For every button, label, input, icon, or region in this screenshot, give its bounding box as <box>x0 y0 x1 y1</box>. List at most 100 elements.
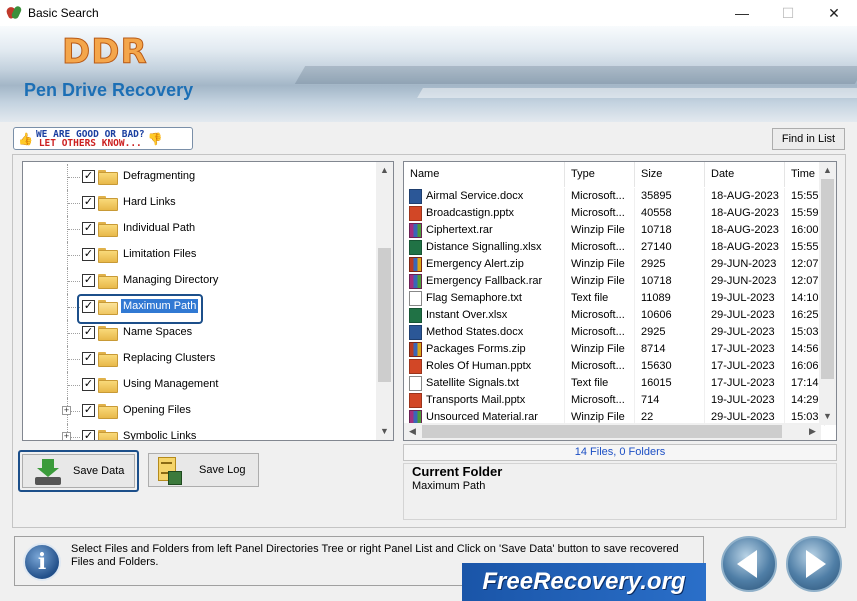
close-button[interactable]: ✕ <box>811 0 857 26</box>
title-bar: Basic Search — ☐ ✕ <box>0 0 857 26</box>
tree-checkbox[interactable]: ✓ <box>82 430 95 440</box>
tree-item[interactable]: ✓ Using Management <box>23 372 377 398</box>
minimize-button[interactable]: — <box>719 0 765 26</box>
cell-type: Microsoft... <box>565 324 635 341</box>
tree-item[interactable]: + ✓ Symbolic Links <box>23 424 377 440</box>
file-row[interactable]: Airmal Service.docx Microsoft... 35895 18-A… <box>404 188 825 205</box>
current-folder-value: Maximum Path <box>412 480 486 492</box>
docx-file-icon <box>409 189 422 204</box>
tree-item-label: Opening Files <box>123 404 191 416</box>
column-header-size[interactable]: Size <box>635 162 705 187</box>
scroll-up-icon[interactable]: ▲ <box>376 162 393 179</box>
xlsx-file-icon <box>409 308 422 323</box>
tree-item[interactable]: ✓ Name Spaces <box>23 320 377 346</box>
file-list[interactable]: Name Type Size Date Time Airmal Service.docx… <box>403 161 837 441</box>
folder-icon <box>98 196 118 211</box>
column-header-name[interactable]: Name <box>404 162 565 187</box>
column-header-type[interactable]: Type <box>565 162 635 187</box>
file-row[interactable]: Flag Semaphore.txt Text file 11089 19-JUL-2… <box>404 290 825 307</box>
scroll-thumb[interactable] <box>821 179 834 379</box>
cell-date: 18-AUG-2023 <box>705 205 785 222</box>
rate-us-button[interactable]: 👍 WE ARE GOOD OR BAD? LET OTHERS KNOW...… <box>13 127 193 150</box>
folder-icon <box>98 274 118 289</box>
cell-date: 29-JUN-2023 <box>705 256 785 273</box>
expand-icon[interactable]: + <box>62 406 71 415</box>
save-data-button[interactable]: Save Data <box>22 454 135 488</box>
txt-file-icon <box>409 291 422 306</box>
file-row[interactable]: Packages Forms.zip Winzip File 8714 17-JUL-… <box>404 341 825 358</box>
tree-checkbox[interactable]: ✓ <box>82 170 95 183</box>
cell-size: 714 <box>635 392 705 409</box>
tree-checkbox[interactable]: ✓ <box>82 404 95 417</box>
folder-icon <box>98 404 118 419</box>
cell-date: 18-AUG-2023 <box>705 239 785 256</box>
expand-icon[interactable]: + <box>62 432 71 440</box>
file-name: Distance Signalling.xlsx <box>426 241 542 253</box>
tree-checkbox[interactable]: ✓ <box>82 274 95 287</box>
info-icon: i <box>23 543 61 581</box>
tree-checkbox[interactable]: ✓ <box>82 196 95 209</box>
list-horizontal-scrollbar[interactable]: ◀ ▶ <box>404 423 821 440</box>
tree-vertical-scrollbar[interactable]: ▲ ▼ <box>376 162 393 440</box>
cell-type: Microsoft... <box>565 205 635 222</box>
directory-tree[interactable]: ✓ Defragmenting ✓ Hard Links ✓ Individual Pat… <box>22 161 394 441</box>
file-row[interactable]: Emergency Fallback.rar Winzip File 10718 29… <box>404 273 825 290</box>
file-row[interactable]: Broadcastign.pptx Microsoft... 40558 18-AUG… <box>404 205 825 222</box>
maximize-button[interactable]: ☐ <box>765 0 811 26</box>
tree-checkbox[interactable]: ✓ <box>82 300 95 313</box>
file-row[interactable]: Distance Signalling.xlsx Microsoft... 2714… <box>404 239 825 256</box>
cell-size: 2925 <box>635 256 705 273</box>
tree-checkbox[interactable]: ✓ <box>82 222 95 235</box>
scroll-thumb[interactable] <box>422 425 782 438</box>
scroll-left-icon[interactable]: ◀ <box>404 423 421 440</box>
file-row[interactable]: Method States.docx Microsoft... 2925 29-JUL… <box>404 324 825 341</box>
file-row[interactable]: Emergency Alert.zip Winzip File 2925 29-JUN… <box>404 256 825 273</box>
file-row[interactable]: Instant Over.xlsx Microsoft... 10606 29-JUL… <box>404 307 825 324</box>
cell-size: 35895 <box>635 188 705 205</box>
tree-checkbox[interactable]: ✓ <box>82 326 95 339</box>
tree-item[interactable]: ✓ Defragmenting <box>23 164 377 190</box>
scroll-right-icon[interactable]: ▶ <box>804 423 821 440</box>
tree-checkbox[interactable]: ✓ <box>82 248 95 261</box>
cell-name: Distance Signalling.xlsx <box>404 239 565 256</box>
cell-name: Packages Forms.zip <box>404 341 565 358</box>
cell-size: 10606 <box>635 307 705 324</box>
tree-item[interactable]: ✓ Maximum Path <box>23 294 377 324</box>
cell-type: Winzip File <box>565 341 635 358</box>
tree-checkbox[interactable]: ✓ <box>82 378 95 391</box>
cell-name: Roles Of Human.pptx <box>404 358 565 375</box>
cell-name: Method States.docx <box>404 324 565 341</box>
cell-name: Transports Mail.pptx <box>404 392 565 409</box>
next-button[interactable] <box>786 536 842 592</box>
file-row[interactable]: Roles Of Human.pptx Microsoft... 15630 17-J… <box>404 358 825 375</box>
tree-item[interactable]: ✓ Replacing Clusters <box>23 346 377 372</box>
scroll-down-icon[interactable]: ▼ <box>819 408 836 425</box>
rar-file-icon <box>409 274 422 289</box>
cell-date: 19-JUL-2023 <box>705 392 785 409</box>
zip-file-icon <box>409 257 422 272</box>
find-in-list-button[interactable]: Find in List <box>772 128 845 150</box>
tree-checkbox[interactable]: ✓ <box>82 352 95 365</box>
cell-name: Flag Semaphore.txt <box>404 290 565 307</box>
column-header-date[interactable]: Date <box>705 162 785 187</box>
back-button[interactable] <box>721 536 777 592</box>
save-data-focus: Save Data <box>18 450 139 492</box>
scroll-down-icon[interactable]: ▼ <box>376 423 393 440</box>
scroll-thumb[interactable] <box>378 248 391 382</box>
file-row[interactable]: Transports Mail.pptx Microsoft... 714 19-JU… <box>404 392 825 409</box>
tree-item[interactable]: ✓ Individual Path <box>23 216 377 242</box>
tree-item[interactable]: ✓ Limitation Files <box>23 242 377 268</box>
cell-date: 29-JUL-2023 <box>705 307 785 324</box>
save-log-button[interactable]: Save Log <box>148 453 259 487</box>
tree-item[interactable]: ✓ Hard Links <box>23 190 377 216</box>
cell-name: Instant Over.xlsx <box>404 307 565 324</box>
scroll-up-icon[interactable]: ▲ <box>819 162 836 179</box>
file-row[interactable]: Ciphertext.rar Winzip File 10718 18-AUG-202… <box>404 222 825 239</box>
zip-file-icon <box>409 342 422 357</box>
list-vertical-scrollbar[interactable]: ▲ ▼ <box>819 162 836 425</box>
header-banner: DDR Pen Drive Recovery <box>0 26 857 122</box>
tree-item[interactable]: ✓ Managing Directory <box>23 268 377 294</box>
file-row[interactable]: Satellite Signals.txt Text file 16015 17-JU… <box>404 375 825 392</box>
cell-size: 10718 <box>635 222 705 239</box>
tree-item[interactable]: + ✓ Opening Files <box>23 398 377 424</box>
